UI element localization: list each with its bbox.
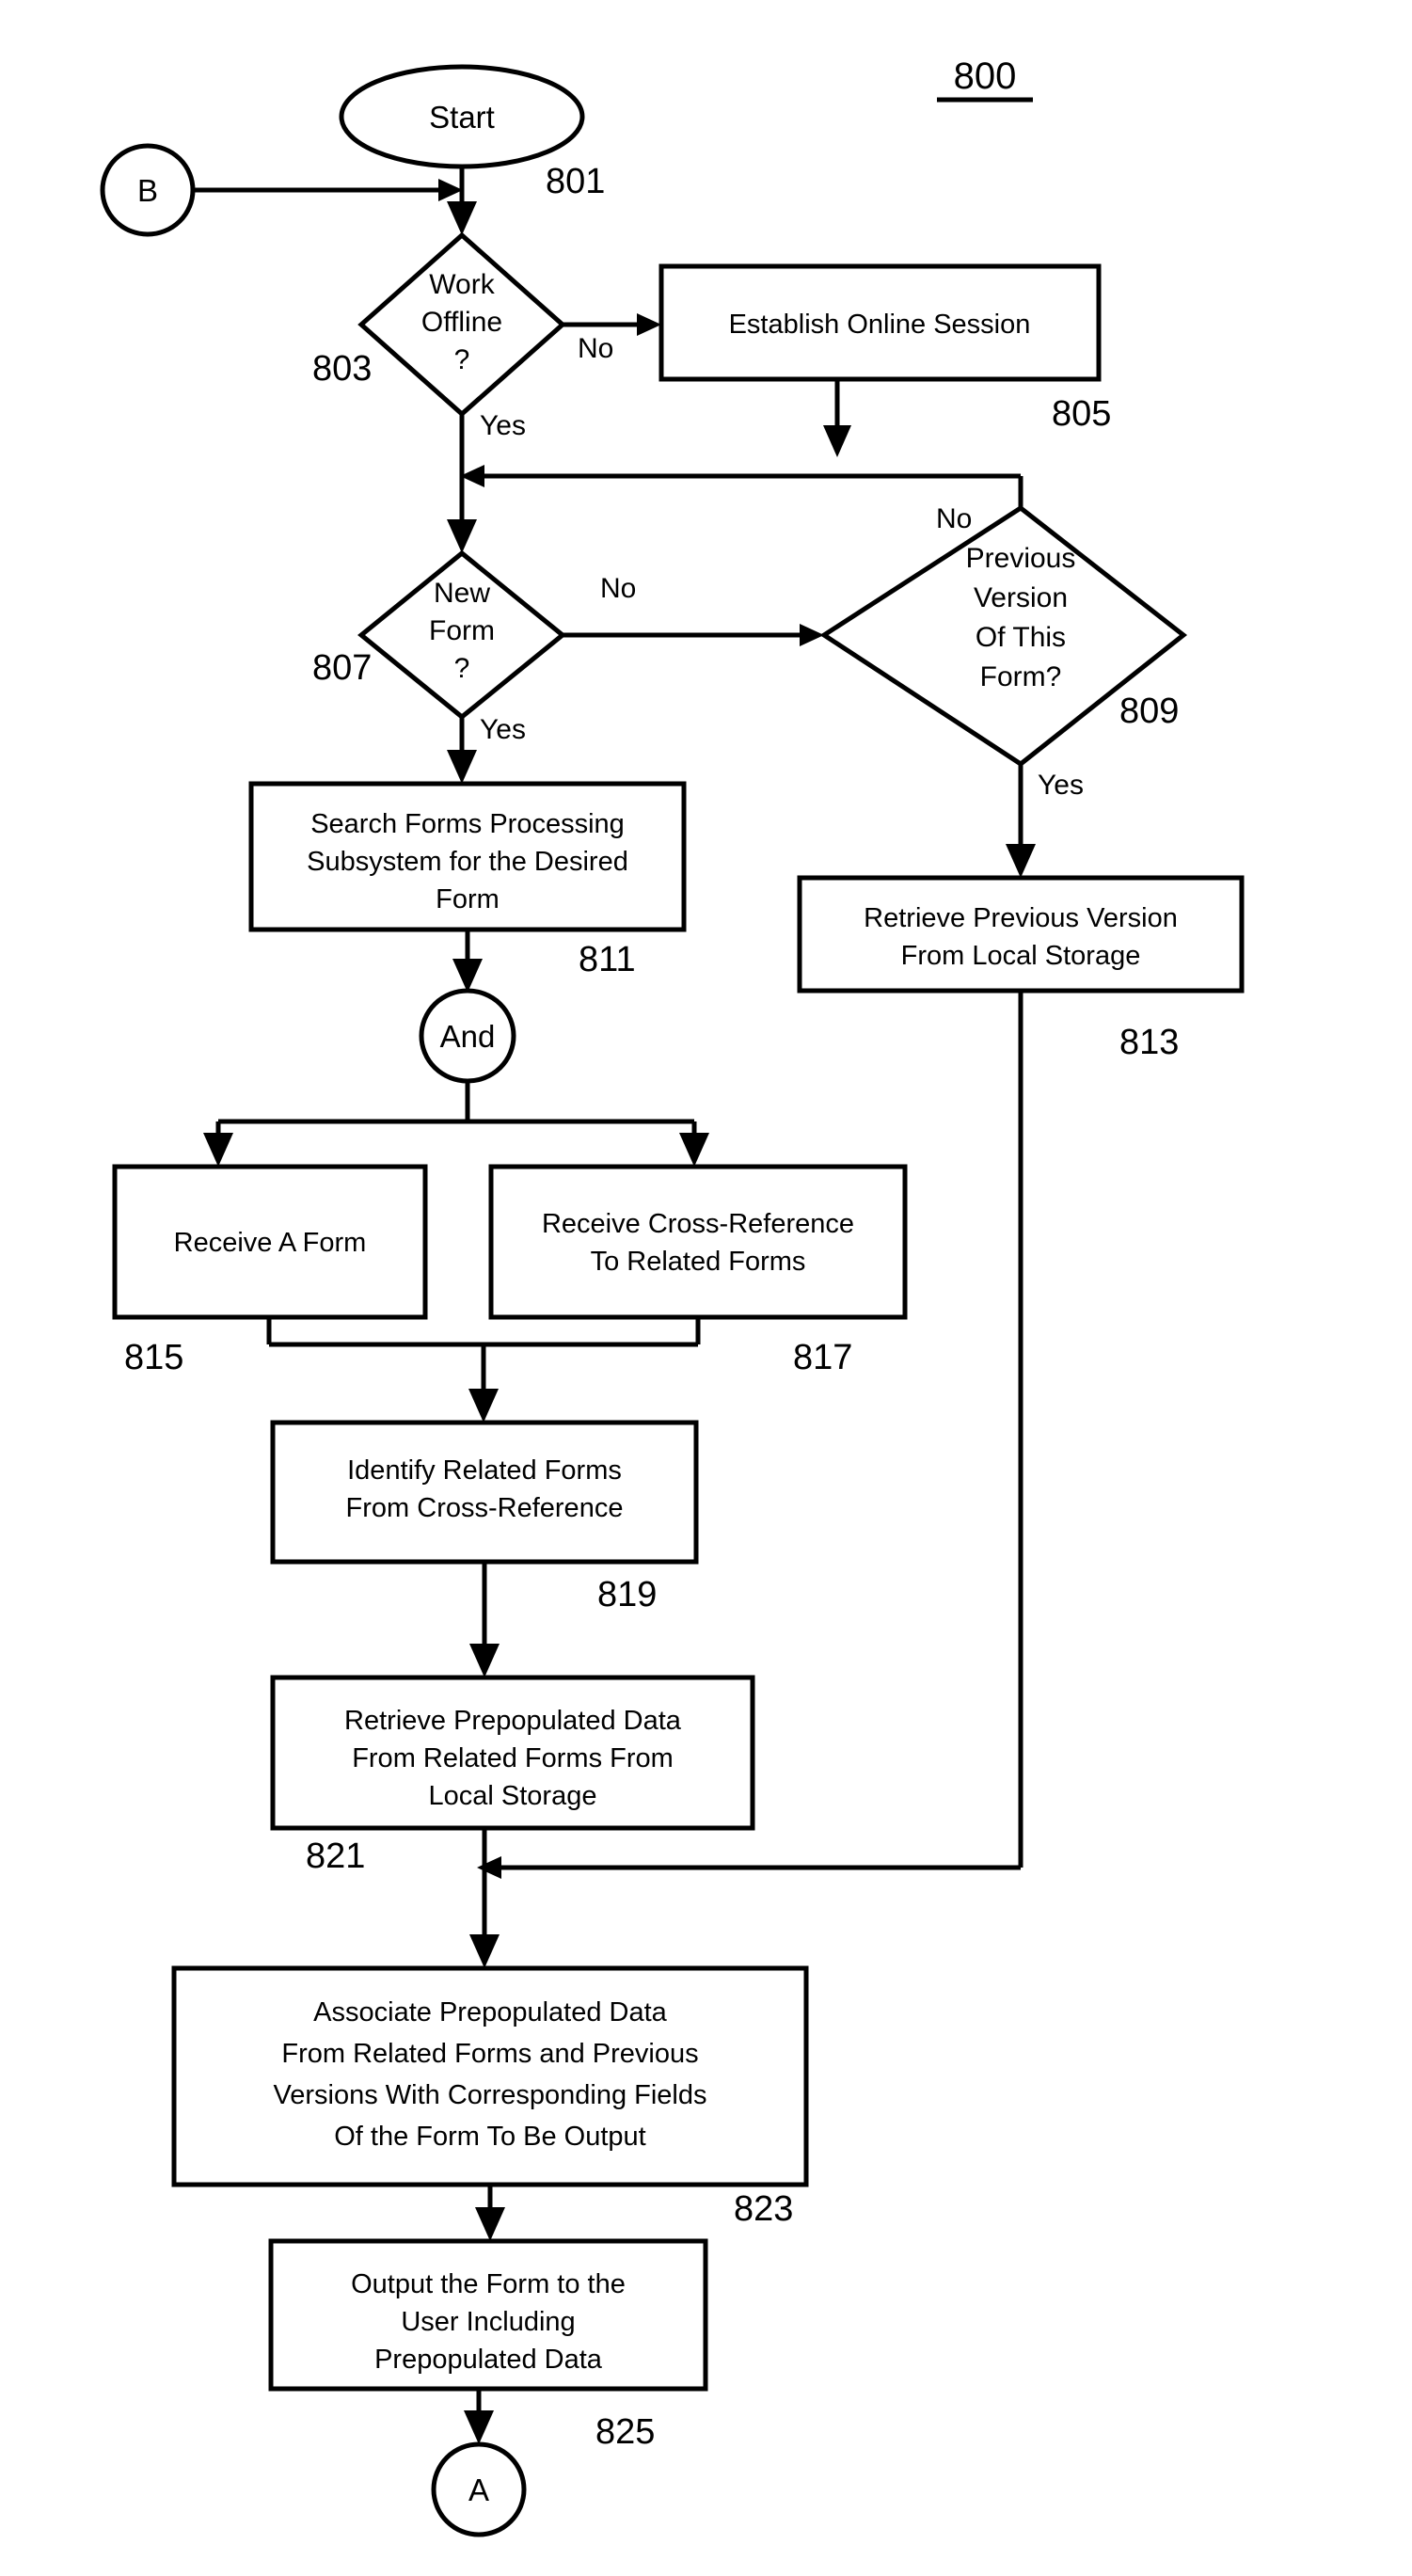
work-offline-line2: Offline bbox=[421, 307, 502, 338]
arrowhead-split-right bbox=[679, 1133, 709, 1167]
label-previous-no: No bbox=[936, 503, 972, 534]
arrowhead-trunk-to-new-form bbox=[447, 519, 477, 553]
receive-form-line1: Receive A Form bbox=[174, 1228, 367, 1258]
arrowhead-establish-to-merge bbox=[823, 425, 851, 457]
output-form-line3: Prepopulated Data bbox=[374, 2345, 603, 2375]
connector-a-label: A bbox=[468, 2473, 489, 2507]
retrieve-previous-box bbox=[797, 875, 1245, 994]
previous-version-line1: Previous bbox=[966, 543, 1076, 574]
ref-801: 801 bbox=[546, 162, 605, 201]
output-form-line1: Output the Form to the bbox=[351, 2269, 626, 2299]
label-work-offline-yes: Yes bbox=[480, 410, 526, 441]
search-forms-line2: Subsystem for the Desired bbox=[307, 847, 628, 877]
associate-prepop-line4: Of the Form To Be Output bbox=[334, 2122, 646, 2152]
label-new-form-yes: Yes bbox=[480, 714, 526, 745]
new-form-line3: ? bbox=[454, 653, 470, 684]
arrowhead-b-to-trunk bbox=[438, 179, 463, 201]
previous-version-line4: Form? bbox=[980, 661, 1062, 692]
associate-prepop-line1: Associate Prepopulated Data bbox=[313, 1997, 667, 2027]
ref-813: 813 bbox=[1119, 1023, 1179, 1062]
ref-821: 821 bbox=[306, 1837, 365, 1876]
arrowhead-search-to-and bbox=[452, 959, 483, 993]
retrieve-prepop-line2: From Related Forms From bbox=[352, 1743, 674, 1773]
new-form-line1: New bbox=[434, 578, 490, 609]
ref-819: 819 bbox=[597, 1575, 657, 1614]
ref-803: 803 bbox=[312, 349, 372, 389]
arrowhead-join-to-identify bbox=[468, 1389, 499, 1423]
work-offline-line3: ? bbox=[454, 344, 470, 375]
label-new-form-no: No bbox=[600, 573, 636, 604]
arrowhead-identify-to-retrieve bbox=[469, 1644, 500, 1678]
previous-version-line3: Of This bbox=[976, 622, 1066, 653]
ref-811: 811 bbox=[579, 940, 636, 979]
ref-815: 815 bbox=[124, 1338, 183, 1377]
arrowhead-work-offline-no bbox=[637, 313, 661, 336]
previous-version-line2: Version bbox=[974, 582, 1068, 613]
work-offline-line1: Work bbox=[429, 269, 495, 300]
and-junction-label: And bbox=[440, 1019, 496, 1054]
label-previous-yes: Yes bbox=[1038, 770, 1084, 801]
connector-b-label: B bbox=[137, 173, 158, 208]
arrowhead-retrieve-prepop-to-associate bbox=[469, 1934, 500, 1968]
ref-817: 817 bbox=[793, 1338, 852, 1377]
ref-809: 809 bbox=[1119, 692, 1179, 731]
output-form-line2: User Including bbox=[401, 2307, 575, 2337]
retrieve-previous-line2: From Local Storage bbox=[901, 941, 1141, 971]
arrowhead-retrieve-previous-merge bbox=[477, 1856, 501, 1879]
new-form-line2: Form bbox=[429, 615, 495, 646]
identify-related-line2: From Cross-Reference bbox=[346, 1493, 624, 1523]
receive-crossref-line1: Receive Cross-Reference bbox=[542, 1209, 854, 1239]
arrowhead-new-form-yes-down bbox=[447, 750, 477, 784]
search-forms-line1: Search Forms Processing bbox=[310, 809, 625, 839]
receive-crossref-line2: To Related Forms bbox=[591, 1247, 806, 1277]
arrowhead-associate-to-output bbox=[475, 2207, 505, 2241]
arrowhead-output-to-connector-a bbox=[464, 2410, 494, 2444]
arrowhead-split-left bbox=[203, 1133, 233, 1167]
retrieve-prepop-line1: Retrieve Prepopulated Data bbox=[344, 1706, 682, 1736]
flowchart-svg: 800 Start 801 B Work Offline ? 803 No Ye… bbox=[100, 56, 1245, 2537]
arrowhead-start-to-work-offline bbox=[447, 201, 477, 235]
ref-807: 807 bbox=[312, 648, 372, 688]
start-label: Start bbox=[429, 100, 495, 135]
ref-825: 825 bbox=[595, 2412, 655, 2452]
receive-crossref-box bbox=[488, 1164, 908, 1320]
figure-number: 800 bbox=[954, 56, 1017, 97]
ref-805: 805 bbox=[1052, 394, 1111, 434]
associate-prepop-line3: Versions With Corresponding Fields bbox=[274, 2080, 707, 2110]
search-forms-line3: Form bbox=[436, 884, 500, 914]
establish-online-line1: Establish Online Session bbox=[729, 310, 1031, 340]
identify-related-line1: Identify Related Forms bbox=[347, 1455, 622, 1486]
retrieve-previous-line1: Retrieve Previous Version bbox=[864, 903, 1178, 933]
associate-prepop-line2: From Related Forms and Previous bbox=[281, 2039, 698, 2069]
label-work-offline-no: No bbox=[578, 333, 613, 364]
ref-823: 823 bbox=[734, 2189, 793, 2229]
arrowhead-previous-version-yes bbox=[1006, 844, 1036, 878]
patent-flowchart-page: 800 Start 801 B Work Offline ? 803 No Ye… bbox=[0, 0, 1412, 2576]
identify-related-box bbox=[270, 1420, 699, 1565]
retrieve-prepop-line3: Local Storage bbox=[429, 1781, 597, 1811]
